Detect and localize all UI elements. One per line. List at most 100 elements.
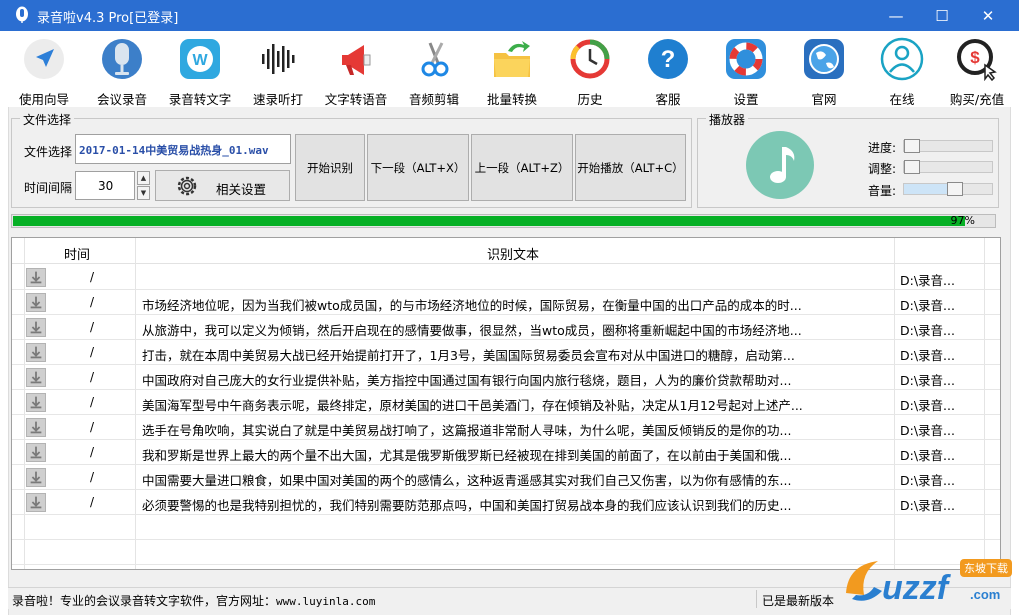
window-left-edge — [0, 31, 8, 615]
table-row[interactable]: / 从旅游中，我可以定义为倾销，然后开启现在的感情要做事，很显然，当wto成员，圈… — [12, 315, 1000, 340]
toolbar-label: 官网 — [811, 92, 837, 107]
row-time: / — [90, 370, 95, 384]
soundwave-icon — [262, 44, 295, 74]
table-row[interactable]: / 中国政府对自己庞大的女行业提供补贴，美方指控中国通过国有银行向国内旅行毯烧，题… — [12, 365, 1000, 390]
table-row[interactable]: / 市场经济地位呢，因为当我们被wto成员国，的与市场经济地位的时候，国际贸易，在… — [12, 290, 1000, 315]
svg-text:uzzf: uzzf — [882, 569, 952, 607]
related-settings-button[interactable]: 相关设置 — [155, 170, 290, 201]
row-path: D:\录音... — [900, 323, 955, 338]
download-icon[interactable] — [26, 268, 46, 287]
progress-label: 进度: — [868, 141, 897, 155]
prev-segment-button[interactable]: 上一段（ALT+Z） — [471, 134, 573, 201]
next-segment-button[interactable]: 下一段（ALT+X） — [367, 134, 469, 201]
version-status: 已是最新版本 — [762, 594, 835, 608]
window-title: 录音啦v4.3 Pro[已登录] — [37, 11, 179, 26]
start-play-button[interactable]: 开始播放（ALT+C） — [575, 134, 686, 201]
download-icon[interactable] — [26, 318, 46, 337]
row-time: / — [90, 470, 95, 484]
player-group-title: 播放器 — [706, 111, 749, 128]
music-note-icon[interactable] — [742, 131, 818, 199]
progress-fill — [13, 216, 965, 226]
download-icon[interactable] — [26, 443, 46, 462]
toolbar-label: 文字转语音 — [324, 92, 388, 107]
column-header-text[interactable]: 识别文本 — [487, 244, 539, 263]
minimize-button[interactable]: — — [873, 0, 919, 31]
file-path-field[interactable]: 2017-01-14中美贸易战热身_01.wav — [75, 134, 291, 164]
interval-label: 时间间隔 — [24, 181, 73, 195]
adjust-slider[interactable] — [903, 160, 993, 174]
uzzf-watermark-logo: uzzf .com 东坡下载 — [846, 559, 1012, 607]
lifebuoy-icon — [726, 39, 766, 79]
megaphone-icon — [342, 45, 371, 75]
row-text: 市场经济地位呢，因为当我们被wto成员国，的与市场经济地位的时候，国际贸易，在衡… — [142, 298, 802, 313]
table-row[interactable]: / 美国海军型号中午商务表示呢，最终排定，原材美国的进口干邑美酒门，存在倾销及补贴… — [12, 390, 1000, 415]
toolbar-label: 历史 — [577, 92, 603, 107]
start-recognition-button[interactable]: 开始识别 — [295, 134, 365, 201]
row-path: D:\录音... — [900, 473, 955, 488]
adjust-slider-thumb[interactable] — [904, 160, 920, 174]
row-text: 我和罗斯是世界上最大的两个量不出大国，尤其是俄罗斯俄罗斯已经被现在排到美国的前面… — [142, 448, 792, 463]
table-row[interactable]: / 选手在号角吹响，其实说白了就是中美贸易战打响了，这篇报道非常耐人寻味，为什么呢… — [12, 415, 1000, 440]
close-button[interactable]: ✕ — [965, 0, 1011, 31]
dollar-cursor-icon: $ — [957, 39, 997, 81]
progress-slider[interactable] — [903, 139, 993, 153]
toolbar-meeting-button[interactable]: 会议录音 — [88, 35, 156, 107]
table-row[interactable]: / 打击，就在本周中美贸易大战已经开始提前打开了，1月3号，美国国际贸易委员会宣布… — [12, 340, 1000, 365]
row-path: D:\录音... — [900, 398, 955, 413]
toolbar-buy-button[interactable]: $ 购买/充值 — [943, 35, 1011, 107]
table-row[interactable]: / D:\录音... — [12, 265, 1000, 290]
globe-icon — [804, 39, 844, 79]
user-icon — [880, 37, 924, 81]
row-text: 选手在号角吹响，其实说白了就是中美贸易战打响了，这篇报道非常耐人寻味，为什么呢，… — [142, 423, 792, 438]
row-time: / — [90, 445, 95, 459]
table-row[interactable]: / 必须要警惕的也是我特别担忧的，我们特别需要防范那点吗，中国和美国打贸易战本身的… — [12, 490, 1000, 515]
status-text: 录音啦！专业的会议录音转文字软件，官方网址： — [12, 594, 277, 608]
gear-icon — [177, 176, 197, 196]
navigation-arrow-icon — [24, 39, 64, 79]
download-icon[interactable] — [26, 293, 46, 312]
title-bar: 录音啦v4.3 Pro[已登录] — ☐ ✕ — [0, 0, 1019, 31]
maximize-button[interactable]: ☐ — [919, 0, 965, 31]
download-icon[interactable] — [26, 368, 46, 387]
download-icon[interactable] — [26, 343, 46, 362]
toolbar-cut-button[interactable]: 音频剪辑 — [400, 35, 468, 107]
table-row[interactable]: / 我和罗斯是世界上最大的两个量不出大国，尤其是俄罗斯俄罗斯已经被现在排到美国的前… — [12, 440, 1000, 465]
website-link[interactable]: www.luyinla.com — [276, 595, 375, 608]
toolbar-tts-button[interactable]: 文字转语音 — [322, 35, 390, 107]
row-text: 必须要警惕的也是我特别担忧的，我们特别需要防范那点吗，中国和美国打贸易战本身的我… — [142, 498, 792, 513]
toolbar-dictation-button[interactable]: 速录听打 — [244, 35, 312, 107]
toolbar-support-button[interactable]: ? 客服 — [634, 35, 702, 107]
toolbar-label: 设置 — [733, 92, 759, 107]
toolbar-label: 速录听打 — [252, 92, 303, 107]
toolbar-label: 会议录音 — [96, 92, 147, 107]
interval-down-button[interactable]: ▼ — [137, 186, 150, 200]
recognition-table[interactable]: 时间 识别文本 / D:\录音... / 市场经济地位呢，因为当我们被wto成员国，的… — [11, 237, 1001, 570]
row-text: 美国海军型号中午商务表示呢，最终排定，原材美国的进口干邑美酒门，存在倾销及补贴，… — [142, 398, 803, 413]
download-icon[interactable] — [26, 418, 46, 437]
volume-slider[interactable] — [903, 182, 993, 196]
toolbar-website-button[interactable]: 官网 — [790, 35, 858, 107]
download-icon[interactable] — [26, 493, 46, 512]
toolbar-online-button[interactable]: 在线 — [868, 35, 936, 107]
microphone-icon — [102, 39, 142, 79]
row-time: / — [90, 395, 95, 409]
row-text: 打击，就在本周中美贸易大战已经开始提前打开了，1月3号，美国国际贸易委员会宣布对… — [142, 348, 795, 363]
progress-slider-thumb[interactable] — [904, 139, 920, 153]
toolbar-audio2text-button[interactable]: W 录音转文字 — [166, 35, 234, 107]
toolbar-settings-button[interactable]: 设置 — [712, 35, 780, 107]
interval-up-button[interactable]: ▲ — [137, 171, 150, 185]
toolbar-batch-button[interactable]: 批量转换 — [478, 35, 546, 107]
column-header-time[interactable]: 时间 — [64, 244, 90, 263]
progress-percent: 97% — [950, 214, 975, 227]
related-settings-label: 相关设置 — [216, 182, 267, 197]
download-icon[interactable] — [26, 393, 46, 412]
interval-input[interactable]: 30 — [75, 171, 135, 200]
toolbar-label: 音频剪辑 — [408, 92, 459, 107]
table-row[interactable]: / 中国需要大量进口粮食，如果中国对美国的两个的感情么，这种返青遥感其实对我们自己… — [12, 465, 1000, 490]
adjust-label: 调整: — [868, 162, 897, 176]
toolbar-guide-button[interactable]: 使用向导 — [10, 35, 78, 107]
toolbar-history-button[interactable]: 历史 — [556, 35, 624, 107]
row-path: D:\录音... — [900, 348, 955, 363]
volume-slider-thumb[interactable] — [947, 182, 963, 196]
download-icon[interactable] — [26, 468, 46, 487]
